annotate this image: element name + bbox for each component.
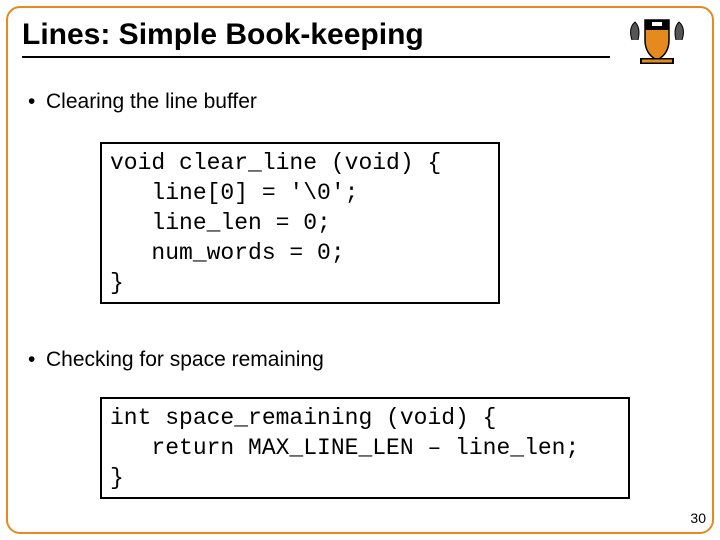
code-line: }: [110, 465, 124, 491]
code-block-clear-line: void clear_line (void) { line[0] = '\0';…: [100, 142, 500, 304]
crest-icon: [622, 10, 692, 75]
title-wrap: Lines: Simple Book-keeping: [22, 18, 610, 58]
code-line: return MAX_LINE_LEN – line_len;: [110, 435, 579, 461]
bullet-text: Checking for space remaining: [46, 348, 324, 371]
code-block-space-remaining: int space_remaining (void) { return MAX_…: [100, 397, 630, 499]
code-line: num_words = 0;: [110, 240, 345, 266]
page-title: Lines: Simple Book-keeping: [22, 18, 424, 51]
page-number: 30: [690, 510, 706, 526]
bullet-text: Clearing the line buffer: [46, 90, 257, 113]
bullet-clearing: •Clearing the line buffer: [28, 90, 257, 114]
code-line: int space_remaining (void) {: [110, 405, 496, 431]
code-line: }: [110, 270, 124, 296]
code-line: line_len = 0;: [110, 210, 331, 236]
code-line: void clear_line (void) {: [110, 150, 441, 176]
bullet-checking: •Checking for space remaining: [28, 348, 324, 372]
code-line: line[0] = '\0';: [110, 180, 358, 206]
